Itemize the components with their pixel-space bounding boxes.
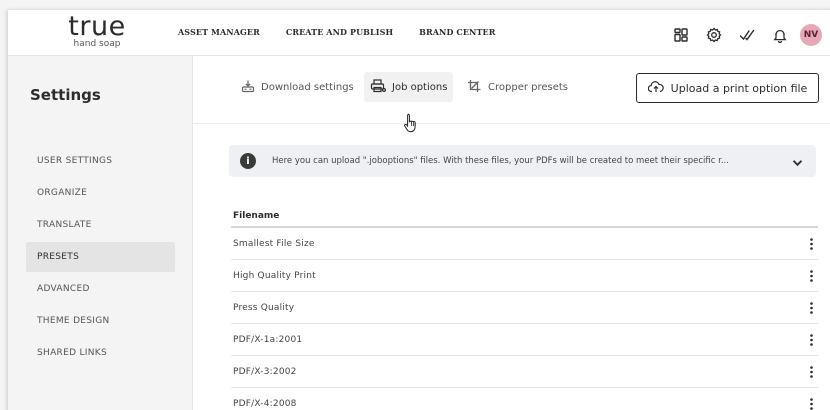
- filename-cell: PDF/X-4:2008: [233, 398, 297, 409]
- tab-label: Cropper presets: [488, 81, 569, 93]
- top-bar: true hand soap ASSET MANAGER CREATE AND …: [8, 10, 830, 56]
- checkmark-icon[interactable]: [738, 26, 756, 44]
- filename-cell: PDF/X-3:2002: [233, 366, 297, 377]
- table-row[interactable]: Smallest File Size: [231, 228, 818, 260]
- brand-logo[interactable]: true hand soap: [64, 11, 130, 49]
- sidebar-item-advanced[interactable]: ADVANCED: [26, 274, 175, 304]
- more-options-icon[interactable]: [804, 267, 818, 285]
- column-header-filename[interactable]: Filename: [231, 206, 818, 228]
- sidebar-item-organize[interactable]: ORGANIZE: [26, 178, 175, 208]
- brand-name: true: [68, 11, 126, 42]
- main-content: Download settings Job options Cropper pr…: [193, 56, 830, 410]
- apps-grid-icon[interactable]: [672, 26, 690, 44]
- filename-cell: High Quality Print: [233, 270, 316, 281]
- sidebar-item-shared-links[interactable]: SHARED LINKS: [26, 338, 175, 368]
- sidebar-title: Settings: [30, 86, 101, 104]
- upload-print-option-button[interactable]: Upload a print option file: [636, 73, 819, 103]
- nav-brand-center[interactable]: BRAND CENTER: [419, 27, 495, 37]
- filename-cell: PDF/X-1a:2001: [233, 334, 303, 345]
- tab-cropper-presets[interactable]: Cropper presets: [461, 72, 574, 102]
- more-options-icon[interactable]: [804, 363, 818, 381]
- hand-pointer-icon: [403, 113, 419, 137]
- table-row[interactable]: PDF/X-3:2002: [231, 356, 818, 388]
- bell-icon[interactable]: [771, 26, 789, 44]
- top-nav: ASSET MANAGER CREATE AND PUBLISH BRAND C…: [178, 27, 521, 37]
- info-banner-text: Here you can upload ".joboptions" files.…: [272, 156, 729, 166]
- sidebar-item-translate[interactable]: TRANSLATE: [26, 210, 175, 240]
- upload-button-label: Upload a print option file: [670, 81, 808, 95]
- info-icon: i: [240, 153, 256, 169]
- sidebar-item-user-settings[interactable]: USER SETTINGS: [26, 146, 175, 176]
- sidebar-item-presets[interactable]: PRESETS: [26, 242, 175, 272]
- app-window: true hand soap ASSET MANAGER CREATE AND …: [8, 10, 830, 410]
- more-options-icon[interactable]: [804, 235, 818, 253]
- gear-icon[interactable]: [705, 26, 723, 44]
- sidebar-item-theme-design[interactable]: THEME DESIGN: [26, 306, 175, 336]
- tab-label: Job options: [392, 81, 448, 93]
- user-avatar[interactable]: NV: [800, 24, 822, 46]
- table-row[interactable]: PDF/X-1a:2001: [231, 324, 818, 356]
- presets-tabs: Download settings Job options Cropper pr…: [193, 56, 830, 133]
- filename-cell: Press Quality: [233, 302, 295, 313]
- info-banner[interactable]: i Here you can upload ".joboptions" file…: [229, 145, 816, 177]
- table-row[interactable]: PDF/X-4:2008: [231, 388, 818, 410]
- job-options-table: Filename Smallest File Size High Quality…: [231, 206, 818, 410]
- more-options-icon[interactable]: [804, 331, 818, 349]
- more-options-icon[interactable]: [804, 395, 818, 410]
- more-options-icon[interactable]: [804, 299, 818, 317]
- nav-create-and-publish[interactable]: CREATE AND PUBLISH: [286, 27, 393, 37]
- chevron-down-icon[interactable]: [792, 152, 803, 171]
- table-row[interactable]: High Quality Print: [231, 260, 818, 292]
- filename-cell: Smallest File Size: [233, 238, 315, 249]
- top-actions: NV: [672, 24, 822, 46]
- table-row[interactable]: Press Quality: [231, 292, 818, 324]
- nav-asset-manager[interactable]: ASSET MANAGER: [178, 27, 260, 37]
- printer-icon: [370, 78, 392, 96]
- settings-sidebar: Settings USER SETTINGS ORGANIZE TRANSLAT…: [8, 56, 193, 410]
- tab-label: Download settings: [261, 81, 354, 93]
- cloud-upload-icon: [647, 80, 671, 96]
- brand-tagline: hand soap: [73, 39, 121, 49]
- crop-icon: [467, 79, 488, 96]
- sidebar-menu: USER SETTINGS ORGANIZE TRANSLATE PRESETS…: [26, 146, 175, 370]
- tab-download-settings[interactable]: Download settings: [235, 72, 360, 102]
- download-settings-icon: [241, 79, 261, 96]
- tab-job-options[interactable]: Job options: [364, 72, 454, 102]
